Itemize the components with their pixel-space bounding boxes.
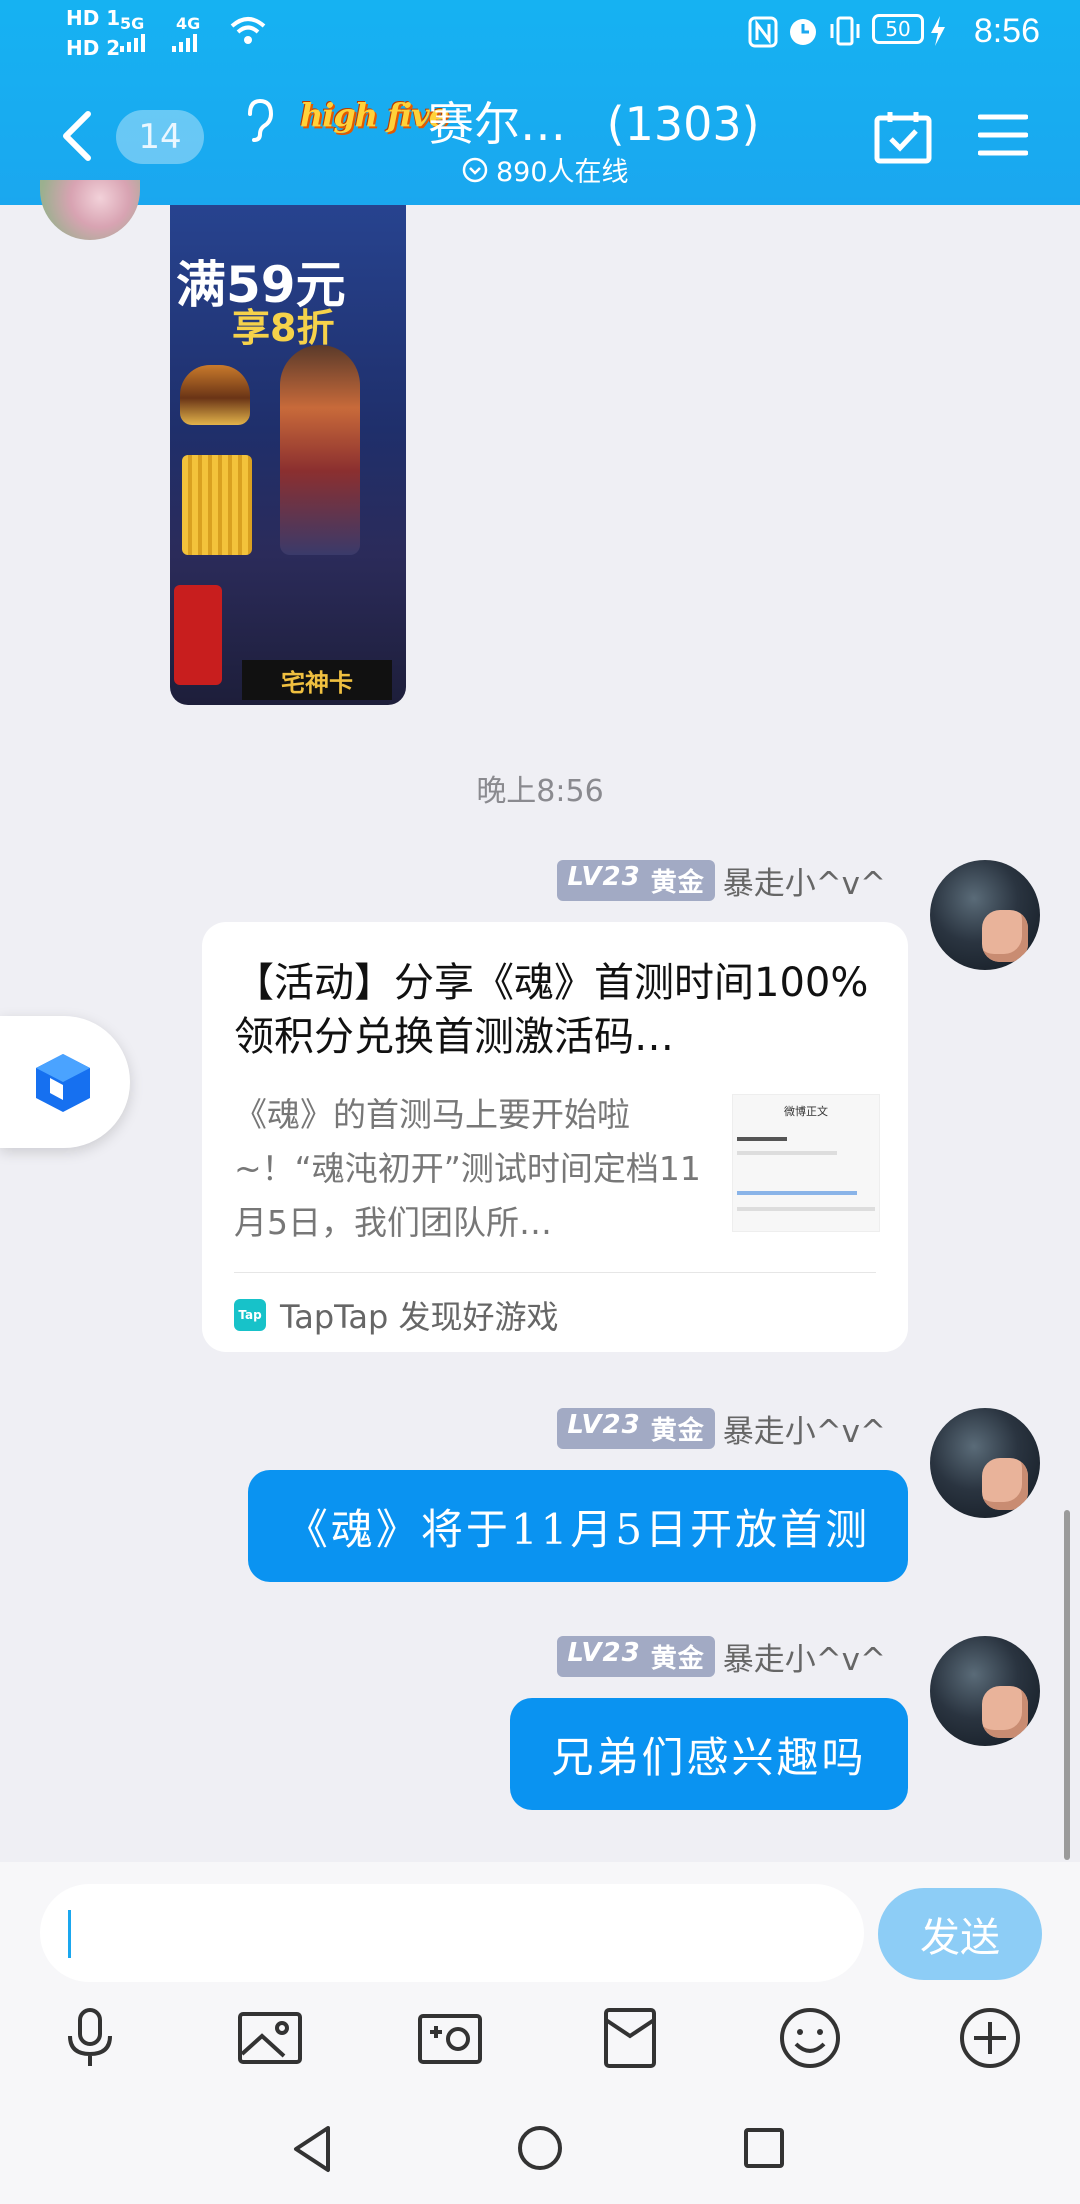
sender-avatar[interactable] (930, 1636, 1040, 1746)
link-card-divider (234, 1272, 876, 1273)
sender-avatar-partial[interactable] (40, 180, 140, 240)
chevron-down-circle-icon (462, 157, 488, 182)
hd1-indicator: HD 1 (66, 6, 121, 30)
image-text-card: 宅神卡 (242, 660, 392, 700)
status-bar: HD 1 HD 2 5G 4G 50 8:56 (0, 0, 1080, 68)
sender-line: LV23 黄金 暴走小^v^ (557, 1406, 886, 1451)
link-card-message[interactable]: 【活动】分享《魂》首测时间100%领积分兑换首测激活码… 《魂》的首测马上要开始… (202, 922, 908, 1352)
sender-name[interactable]: 暴走小^v^ (723, 858, 886, 903)
chat-header: HD 1 HD 2 5G 4G 50 8:56 14 high five 赛尔…… (0, 0, 1080, 205)
nav-back-button[interactable] (290, 2124, 334, 2174)
chat-image[interactable]: 满59元 享8折 宅神卡 (170, 205, 406, 705)
nav-recents-button[interactable] (742, 2126, 786, 2170)
hamburger-icon (977, 114, 1029, 156)
calendar-check-button[interactable] (874, 110, 932, 164)
sender-line: LV23 黄金 暴走小^v^ (557, 858, 886, 903)
wifi-icon (230, 16, 266, 50)
chat-scrollbar[interactable] (1064, 1510, 1070, 1860)
camera-icon (418, 2014, 482, 2064)
group-title[interactable]: 赛尔… (1303) (428, 88, 760, 154)
network-4g: 4G (176, 14, 201, 33)
vibrate-icon (828, 14, 862, 52)
link-card-description: 《魂》的首测马上要开始啦~！“魂沌初开”测试时间定档11月5日，我们团队所… (234, 1095, 701, 1242)
sender-name[interactable]: 暴走小^v^ (723, 1406, 886, 1451)
plus-circle-icon (960, 2008, 1020, 2068)
unread-badge[interactable]: 14 (116, 110, 204, 164)
online-count: 890人在线 (496, 157, 629, 188)
network-5g: 5G (120, 14, 145, 33)
red-packet-icon (604, 2008, 656, 2068)
camera-button[interactable] (414, 2006, 486, 2070)
message-input[interactable] (40, 1884, 864, 1982)
chevron-left-icon (63, 111, 91, 161)
more-button[interactable] (954, 2006, 1026, 2070)
group-logo: high five (300, 96, 449, 134)
link-card-title: 【活动】分享《魂》首测时间100%领积分兑换首测激活码… (234, 960, 869, 1060)
cube-icon (36, 1054, 90, 1112)
image-text-discount: 享8折 (232, 306, 335, 350)
clock: 8:56 (973, 12, 1040, 50)
voice-button[interactable] (54, 2006, 126, 2070)
member-count: (1303) (606, 97, 760, 151)
sender-avatar[interactable] (930, 1408, 1040, 1518)
link-card-source: Tap TapTap 发现好游戏 (234, 1292, 559, 1338)
alarm-icon (786, 14, 820, 52)
link-card-thumbnail: 微博正文 (732, 1094, 880, 1232)
emoji-button[interactable] (774, 2006, 846, 2070)
level-badge: LV23 黄金 (557, 1636, 715, 1677)
image-button[interactable] (234, 2006, 306, 2070)
burger-graphic (180, 365, 250, 425)
fries-graphic (182, 455, 252, 555)
source-name: TapTap 发现好游戏 (280, 1298, 559, 1336)
nav-home-button[interactable] (516, 2124, 564, 2172)
signal-icon (120, 32, 220, 56)
sender-avatar[interactable] (930, 860, 1040, 970)
thumbnail-title: 微博正文 (784, 1105, 828, 1118)
level-badge: LV23 黄金 (557, 860, 715, 901)
text-caret (68, 1910, 71, 1958)
sender-name[interactable]: 暴走小^v^ (723, 1634, 886, 1679)
system-nav-bar (0, 2092, 1080, 2204)
send-button[interactable]: 发送 (878, 1888, 1042, 1980)
hd2-indicator: HD 2 (66, 36, 121, 60)
emoji-icon (780, 2008, 840, 2068)
nfc-icon (748, 16, 778, 52)
group-name: 赛尔… (428, 97, 566, 151)
online-status[interactable]: 890人在线 (462, 150, 629, 189)
calendar-check-icon (874, 112, 932, 164)
sender-line: LV23 黄金 暴走小^v^ (557, 1634, 886, 1679)
back-button[interactable] (58, 110, 94, 162)
drink-graphic (174, 585, 222, 685)
text-message-bubble[interactable]: 《魂》将于11月5日开放首测 (248, 1470, 908, 1582)
floating-widget-button[interactable] (0, 1016, 130, 1148)
level-badge: LV23 黄金 (557, 1408, 715, 1449)
text-message-bubble[interactable]: 兄弟们感兴趣吗 (510, 1698, 908, 1810)
message-timestamp: 晚上8:56 (476, 774, 604, 809)
menu-button[interactable] (977, 112, 1029, 158)
red-packet-button[interactable] (594, 2006, 666, 2070)
charging-icon (928, 14, 948, 52)
microphone-icon (68, 2008, 112, 2066)
battery-icon: 50 (872, 14, 924, 44)
image-icon (238, 2012, 302, 2064)
taptap-logo-icon: Tap (234, 1299, 266, 1331)
ear-icon[interactable] (244, 98, 274, 142)
character-graphic (280, 345, 360, 555)
